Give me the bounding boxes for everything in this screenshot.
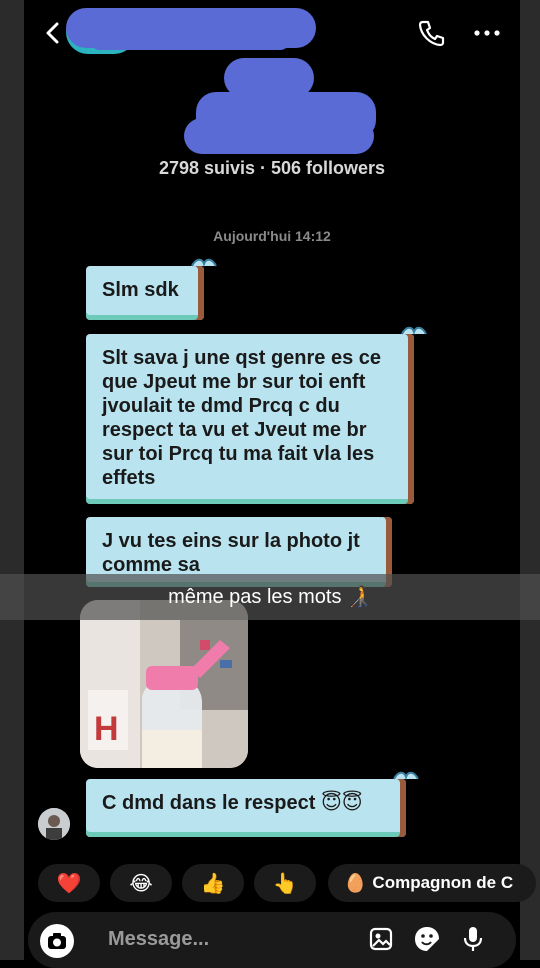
message-text: Slm sdk: [102, 279, 179, 301]
phone-icon: [418, 20, 445, 47]
sticker-icon: [415, 927, 439, 951]
scroll-curl-icon: [380, 517, 392, 519]
message-text: C dmd dans le respect 😇😇: [102, 792, 363, 814]
chat-screen: 2798 suivis · 506 followers Aujourd'hui …: [0, 0, 540, 968]
laughing-face-icon: 😂: [129, 872, 153, 895]
egg-icon: 🥚: [344, 872, 367, 893]
back-button[interactable]: [38, 18, 68, 48]
scroll-curl-icon: [191, 258, 217, 268]
heart-icon: ❤️: [56, 872, 82, 895]
gallery-button[interactable]: [366, 924, 396, 954]
message-bubble[interactable]: C dmd dans le respect 😇😇: [86, 771, 419, 837]
reaction-heart-button[interactable]: ❤️: [38, 864, 100, 902]
microphone-button[interactable]: [458, 924, 488, 954]
more-horizontal-icon: [474, 30, 500, 36]
sticker-button[interactable]: [412, 924, 442, 954]
chevron-left-icon: [46, 22, 59, 44]
thumbs-up-icon: 👍: [200, 872, 226, 895]
reaction-point-up-button[interactable]: 👆: [254, 864, 316, 902]
profile-stats: 2798 suivis · 506 followers: [158, 158, 386, 178]
message-bubble[interactable]: Slt sava j une qst genre es ce que Jpeut…: [86, 326, 427, 504]
scroll-curl-icon: [401, 326, 427, 336]
companion-label: Compagnon de C: [372, 873, 514, 892]
companion-suggestion-chip[interactable]: 🥚 Compagnon de C: [328, 864, 536, 902]
reaction-laugh-button[interactable]: 😂: [110, 864, 172, 902]
right-margin: [520, 0, 540, 960]
message-text: J vu tes eins sur la photo jt comme sa: [102, 530, 360, 576]
contact-avatar[interactable]: [38, 808, 70, 840]
photo-message[interactable]: H: [80, 600, 248, 768]
avatar-image: [38, 808, 70, 840]
message-bubble[interactable]: Slm sdk: [86, 258, 217, 320]
message-text: Slt sava j une qst genre es ce que Jpeut…: [102, 347, 382, 489]
image-gallery-icon: [369, 927, 393, 951]
camera-button[interactable]: [40, 924, 74, 958]
svg-text:H: H: [94, 710, 119, 748]
call-button[interactable]: [416, 18, 446, 48]
reaction-thumbs-up-button[interactable]: 👍: [182, 864, 244, 902]
video-caption-overlay: même pas les mots 🧑‍🦯: [0, 574, 540, 620]
left-margin: [0, 0, 24, 960]
point-up-icon: 👆: [272, 872, 298, 895]
camera-icon: [48, 933, 66, 949]
microphone-icon: [463, 927, 483, 951]
message-input[interactable]: Message...: [108, 928, 209, 951]
bottle-photo-image: H: [80, 600, 248, 768]
message-timestamp: Aujourd'hui 14:12: [213, 228, 331, 244]
scroll-curl-icon: [393, 771, 419, 781]
more-options-button[interactable]: [472, 20, 502, 46]
